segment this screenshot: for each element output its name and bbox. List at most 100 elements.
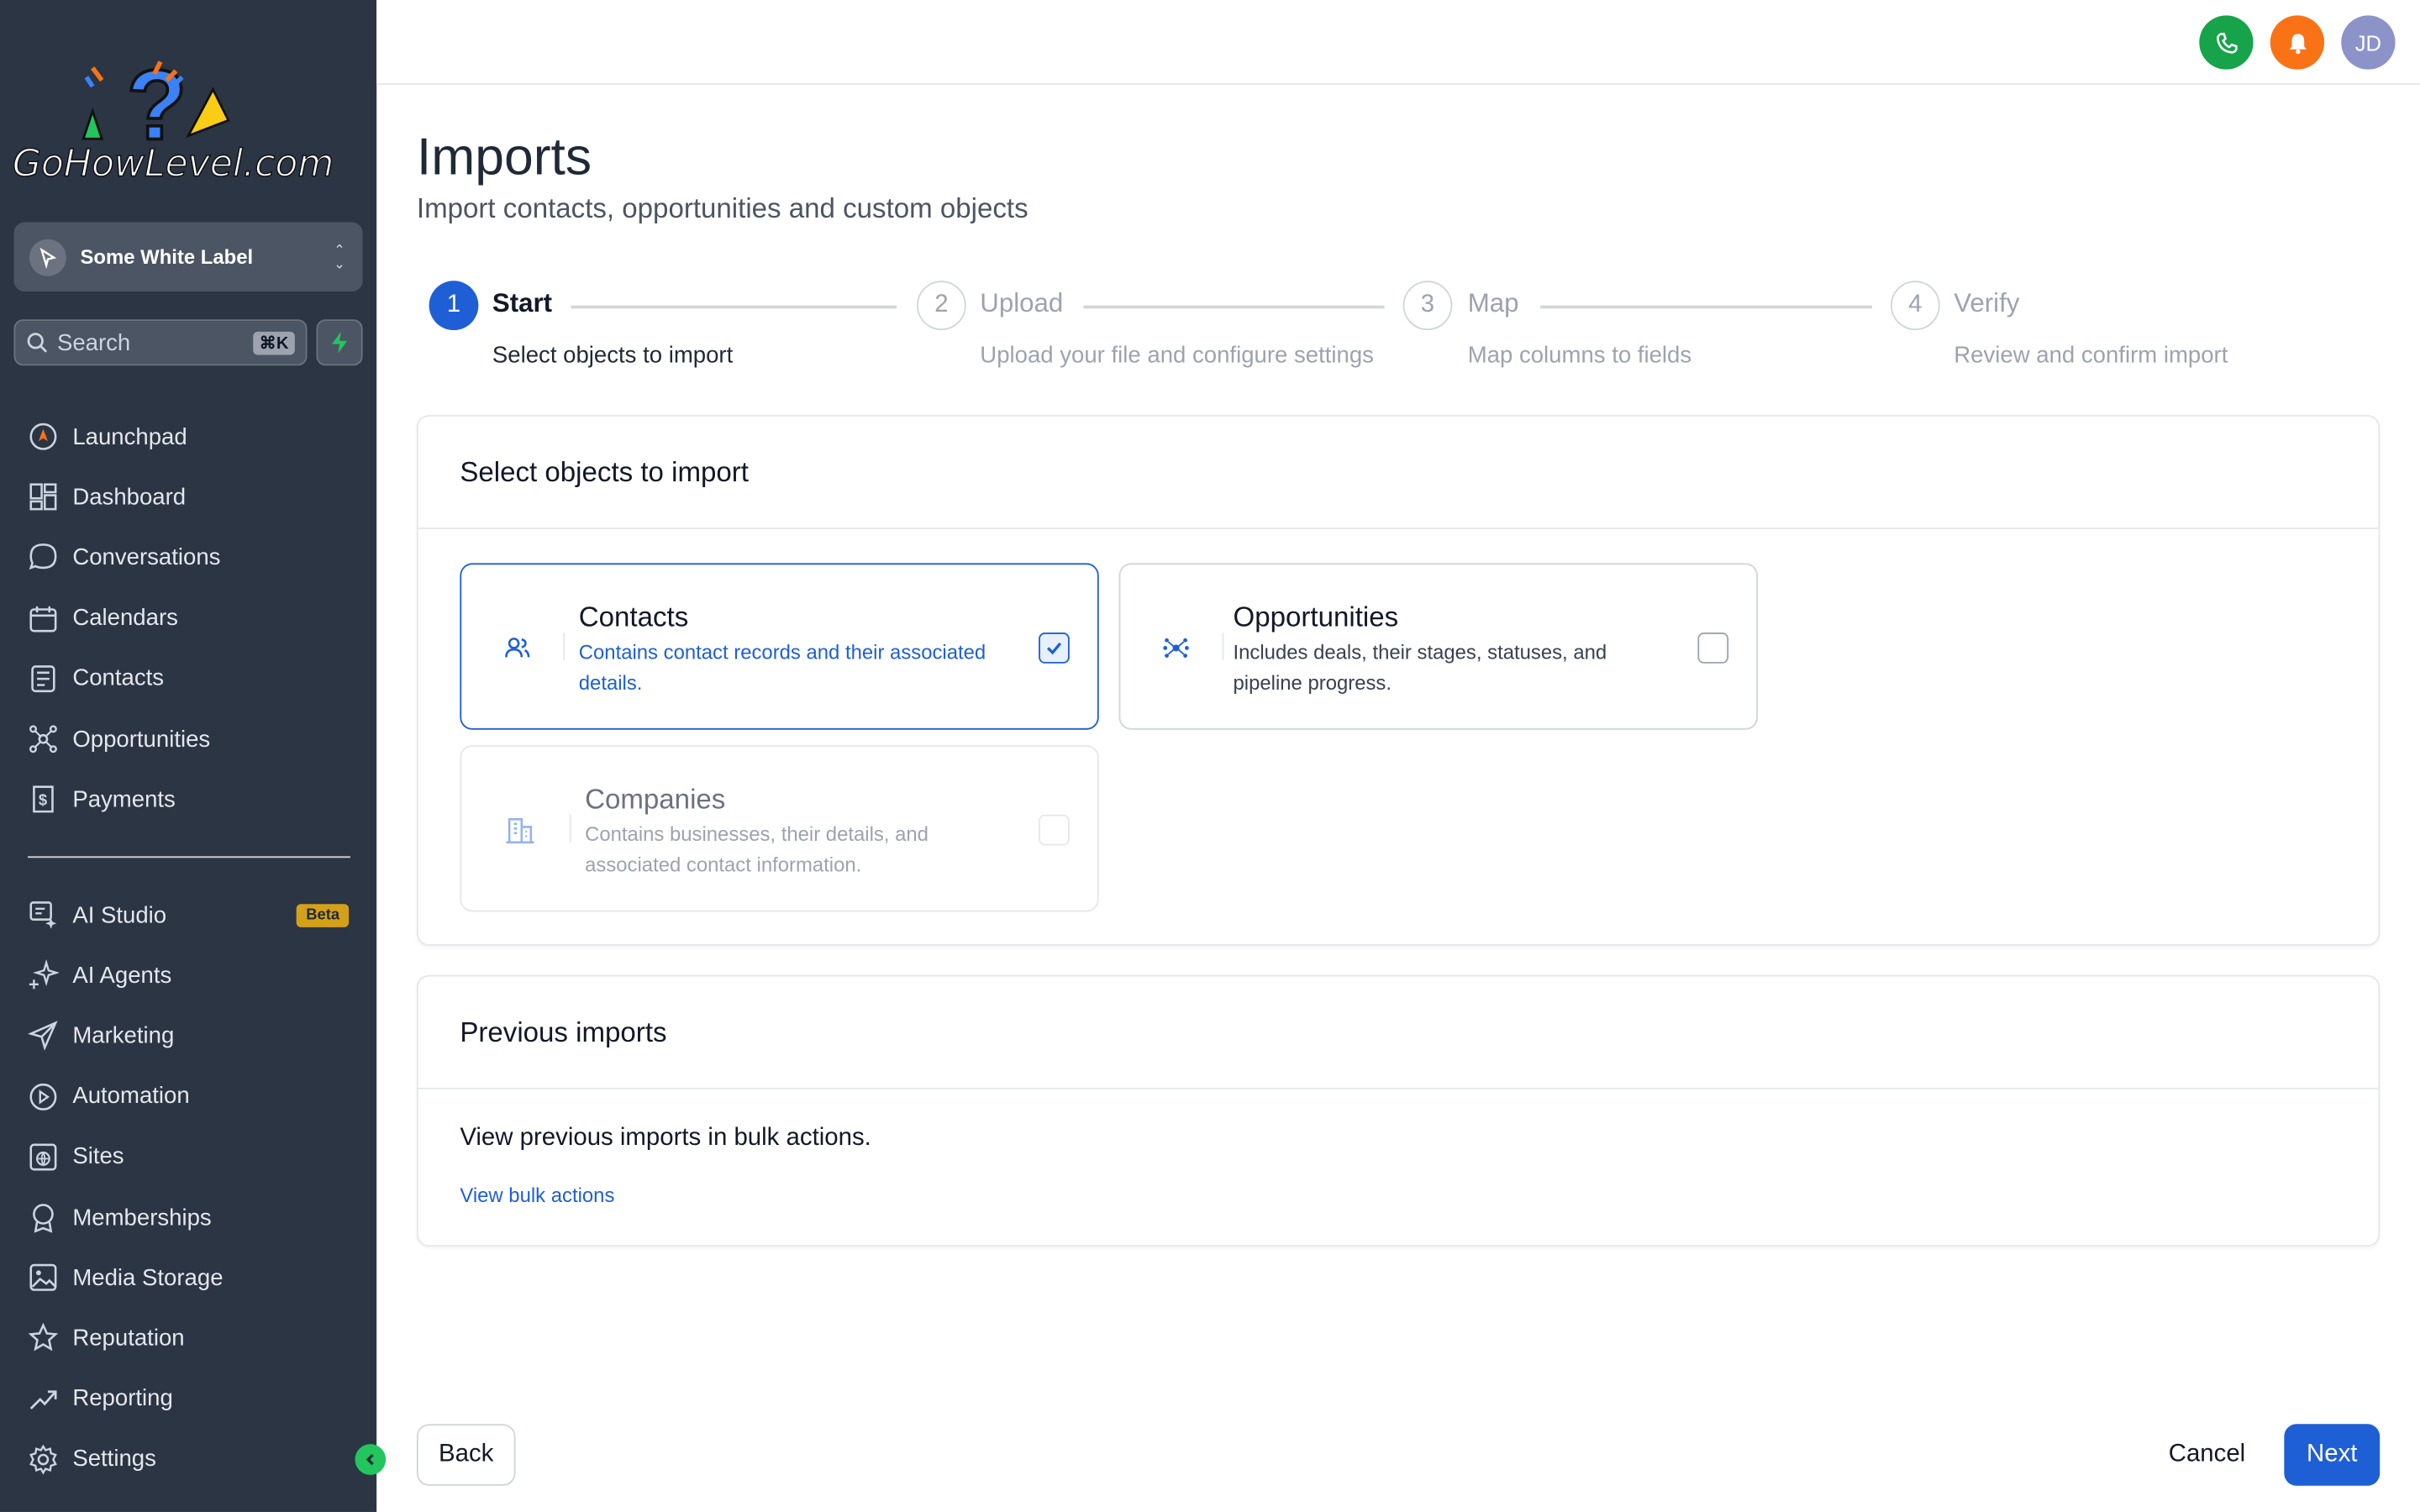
- object-option-opportunities[interactable]: Opportunities Includes deals, their stag…: [1118, 563, 1759, 730]
- phone-button[interactable]: [2199, 15, 2254, 70]
- sidebar-item-settings[interactable]: Settings: [0, 1433, 376, 1485]
- option-separator: [1222, 633, 1224, 661]
- sidebar-item-label: Opportunities: [72, 726, 211, 753]
- sidebar-item-label: Memberships: [72, 1204, 212, 1231]
- step-3-number: 3: [1402, 281, 1453, 331]
- sidebar-item-launchpad[interactable]: Launchpad: [0, 411, 376, 463]
- step-2-title: Upload: [980, 288, 1064, 318]
- sidebar-item-label: Contacts: [72, 665, 165, 692]
- step-connector: [1540, 305, 1872, 309]
- sidebar-item-conversations[interactable]: Conversations: [0, 532, 376, 584]
- sidebar-item-contacts[interactable]: Contacts: [0, 653, 376, 705]
- sidebar-item-calendars[interactable]: Calendars: [0, 592, 376, 644]
- top-bar: JD: [376, 0, 2420, 86]
- notifications-button[interactable]: [2270, 15, 2325, 70]
- next-button[interactable]: Next: [2284, 1424, 2381, 1486]
- gear-icon: [29, 1444, 57, 1475]
- avatar-initials: JD: [2354, 29, 2382, 55]
- step-connector: [571, 305, 897, 309]
- sidebar-item-label: Reporting: [72, 1385, 173, 1412]
- step-4-title: Verify: [1954, 288, 2020, 318]
- brand-logo[interactable]: ? GoHowLevel.com: [0, 43, 376, 188]
- sidebar-item-reporting[interactable]: Reporting: [0, 1373, 376, 1425]
- sidebar-divider: [28, 856, 350, 858]
- sidebar-item-dashboard[interactable]: Dashboard: [0, 471, 376, 523]
- option-separator: [563, 633, 566, 661]
- lightning-icon: [331, 331, 348, 354]
- calendar-icon: [29, 606, 57, 632]
- select-objects-heading: Select objects to import: [418, 417, 2379, 529]
- sidebar-item-label: Settings: [72, 1446, 156, 1473]
- quick-action-button[interactable]: [316, 319, 363, 366]
- chevron-updown-icon: ⌃ ⌄: [334, 241, 345, 271]
- sidebar-item-label: Media Storage: [72, 1264, 224, 1291]
- step-1-desc: Select objects to import: [492, 342, 734, 369]
- sidebar: ? GoHowLevel.com Some White Label ⌃ ⌄ Sea…: [0, 0, 387, 1512]
- step-4-number: 4: [1890, 281, 1940, 331]
- sidebar-item-ai-studio[interactable]: AI Studio Beta: [0, 889, 376, 941]
- ai-studio-icon: [29, 901, 57, 929]
- option-desc: Contains businesses, their details, and …: [585, 822, 929, 877]
- building-icon: [506, 818, 534, 844]
- previous-imports-card: Previous imports View previous imports i…: [416, 974, 2381, 1247]
- previous-imports-text: View previous imports in bulk actions.: [460, 1124, 871, 1152]
- payments-icon: $: [33, 785, 54, 813]
- user-avatar[interactable]: JD: [2341, 15, 2396, 70]
- opportunities-icon: [1163, 638, 1189, 658]
- sidebar-item-memberships[interactable]: Memberships: [0, 1191, 376, 1243]
- option-title: Opportunities: [1233, 601, 1399, 633]
- chevron-left-icon: [366, 1453, 374, 1466]
- sidebar-item-label: Automation: [72, 1083, 190, 1110]
- sidebar-item-label: Launchpad: [72, 423, 187, 450]
- search-input[interactable]: Search ⌘K: [13, 319, 308, 366]
- sidebar-item-automation[interactable]: Automation: [0, 1070, 376, 1122]
- search-shortcut: ⌘K: [253, 330, 295, 354]
- cancel-button[interactable]: Cancel: [2158, 1424, 2257, 1485]
- object-option-contacts[interactable]: Contacts Contains contact records and th…: [460, 563, 1099, 730]
- option-separator: [569, 814, 571, 843]
- sidebar-item-ai-agents[interactable]: AI Agents: [0, 949, 376, 1001]
- sidebar-item-label: Reputation: [72, 1325, 185, 1352]
- sidebar-item-opportunities[interactable]: Opportunities: [0, 713, 376, 765]
- cursor-icon: [29, 238, 66, 276]
- automation-icon: [29, 1083, 57, 1110]
- sidebar-item-label: Marketing: [72, 1022, 175, 1049]
- sidebar-item-label: Payments: [72, 786, 176, 813]
- contacts-checkbox[interactable]: [1039, 633, 1070, 664]
- sidebar-item-label: AI Studio: [72, 901, 167, 928]
- sidebar-item-payments[interactable]: $ Payments: [0, 774, 376, 826]
- svg-text:GoHowLevel.com: GoHowLevel.com: [13, 142, 334, 185]
- step-3-desc: Map columns to fields: [1467, 342, 1692, 369]
- back-button[interactable]: Back: [416, 1424, 516, 1486]
- collapse-sidebar-button[interactable]: [355, 1444, 387, 1475]
- sidebar-item-media-storage[interactable]: Media Storage: [0, 1252, 376, 1304]
- bell-icon: [2288, 33, 2307, 54]
- checkmark-icon: [1046, 642, 1062, 655]
- option-desc: Includes deals, their stages, statuses, …: [1233, 640, 1607, 695]
- image-icon: [29, 1264, 57, 1292]
- workspace-switcher[interactable]: Some White Label ⌃ ⌄: [13, 222, 363, 292]
- beta-badge: Beta: [297, 903, 350, 927]
- opportunities-icon: [29, 725, 57, 753]
- page-title: Imports: [416, 128, 592, 187]
- launchpad-icon: [29, 423, 57, 450]
- contacts-icon: [31, 664, 55, 692]
- option-title: Companies: [585, 784, 726, 815]
- globe-icon: [29, 1143, 57, 1171]
- previous-imports-heading: Previous imports: [418, 977, 2379, 1089]
- opportunities-checkbox[interactable]: [1697, 633, 1729, 664]
- sparkle-icon: [29, 959, 59, 990]
- svg-text:$: $: [39, 791, 47, 809]
- view-bulk-actions-link[interactable]: View bulk actions: [460, 1184, 614, 1207]
- sidebar-item-reputation[interactable]: Reputation: [0, 1312, 376, 1364]
- star-icon: [28, 1323, 59, 1352]
- step-1-title: Start: [492, 288, 553, 318]
- sidebar-item-label: Conversations: [72, 544, 221, 571]
- search-placeholder: Search: [56, 329, 131, 356]
- option-title: Contacts: [578, 601, 689, 633]
- sidebar-item-sites[interactable]: Sites: [0, 1131, 376, 1183]
- step-2-number: 2: [916, 281, 966, 331]
- contacts-icon: [505, 638, 530, 658]
- sidebar-item-marketing[interactable]: Marketing: [0, 1010, 376, 1062]
- step-2-desc: Upload your file and configure settings: [980, 342, 1374, 369]
